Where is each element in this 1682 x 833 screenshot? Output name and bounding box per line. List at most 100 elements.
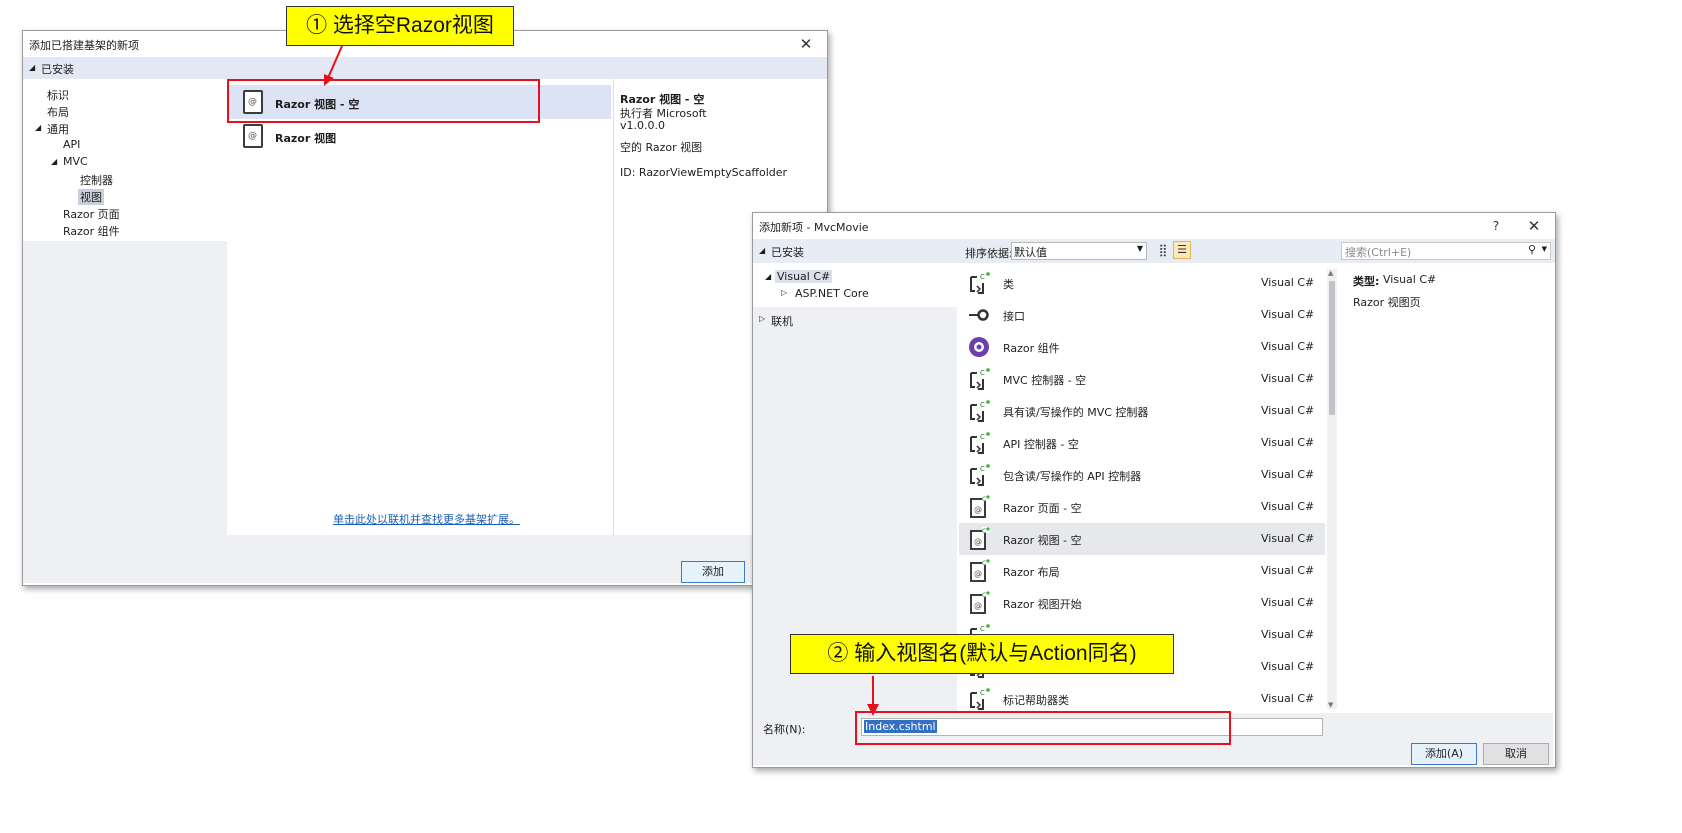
csharp-class-icon: C xyxy=(967,431,991,455)
template-language: Visual C# xyxy=(1261,692,1315,705)
razor-file-icon: @ C xyxy=(967,591,991,615)
tree-item-layout[interactable]: 布局 xyxy=(47,104,69,120)
template-row[interactable]: Razor 组件 Visual C# xyxy=(959,331,1325,363)
tree-item-view[interactable]: 视图 xyxy=(78,189,104,205)
template-language: Visual C# xyxy=(1261,436,1315,449)
addnew-title: 添加新项 - MvcMovie xyxy=(759,221,869,234)
tree-item-api[interactable]: API xyxy=(63,138,80,151)
tree-item-controller[interactable]: 控制器 xyxy=(80,172,113,188)
tree-item-razor-pages[interactable]: Razor 页面 xyxy=(63,206,120,222)
callout-step2: ② 输入视图名(默认与Action同名) xyxy=(790,634,1174,674)
template-language: Visual C# xyxy=(1261,660,1315,673)
template-row[interactable]: 接口 Visual C# xyxy=(959,299,1325,331)
scaffold-left-footer-area xyxy=(23,241,227,535)
collapsed-triangle-icon[interactable]: ▷ xyxy=(781,288,787,297)
svg-text:C: C xyxy=(980,273,985,281)
csharp-class-icon: C xyxy=(967,399,991,423)
template-row[interactable]: @ C Razor 布局 Visual C# xyxy=(959,555,1325,587)
template-row[interactable]: C 具有读/写操作的 MVC 控制器 Visual C# xyxy=(959,395,1325,427)
razor-file-icon: @ C xyxy=(967,559,991,583)
collapsed-triangle-icon[interactable]: ▷ xyxy=(759,314,765,323)
scroll-down-icon[interactable]: ▼ xyxy=(1328,701,1333,709)
template-row[interactable]: @ C Razor 页面 - 空 Visual C# xyxy=(959,491,1325,523)
template-row[interactable]: C API 控制器 - 空 Visual C# xyxy=(959,427,1325,459)
search-input[interactable]: 搜索(Ctrl+E) xyxy=(1345,244,1411,260)
template-language: Visual C# xyxy=(1261,276,1315,289)
template-name: 标记帮助器类 xyxy=(1003,694,1069,707)
csharp-class-icon: C xyxy=(967,463,991,487)
close-icon[interactable]: ✕ xyxy=(789,31,823,57)
expanded-triangle-icon[interactable]: ◢ xyxy=(51,157,57,166)
template-row[interactable]: C MVC 控制器 - 空 Visual C# xyxy=(959,363,1325,395)
tree-item-mvc[interactable]: MVC xyxy=(63,155,88,168)
search-box[interactable]: 搜索(Ctrl+E) ⚲ ▼ xyxy=(1341,242,1551,260)
tree-item-razor-components[interactable]: Razor 组件 xyxy=(63,223,120,239)
tree-item-online[interactable]: 联机 xyxy=(771,313,793,329)
svg-text:C: C xyxy=(980,465,985,473)
template-row[interactable]: C 包含读/写操作的 API 控制器 Visual C# xyxy=(959,459,1325,491)
razor-file-icon xyxy=(243,124,263,148)
grid-view-icon[interactable]: ⣿ xyxy=(1155,242,1171,258)
template-name: 包含读/写操作的 API 控制器 xyxy=(1003,470,1142,483)
cancel-button[interactable]: 取消 xyxy=(1483,743,1549,765)
template-scrollbar[interactable]: ▲ ▼ xyxy=(1327,269,1337,709)
blazor-icon xyxy=(967,335,991,359)
detail-description: 空的 Razor 视图 xyxy=(620,141,703,154)
scaffold-installed-bar[interactable]: ◢ 已安装 xyxy=(23,57,827,79)
template-row[interactable]: @ C Razor 视图开始 Visual C# xyxy=(959,587,1325,619)
template-name: 类 xyxy=(1003,278,1014,291)
template-name: 具有读/写操作的 MVC 控制器 xyxy=(1003,406,1149,419)
detail-id: ID: RazorViewEmptyScaffolder xyxy=(620,166,788,179)
scaffold-template-list: Razor 视图 - 空 Razor 视图 单击此处以联机并查找更多基架扩展。 xyxy=(229,79,611,535)
svg-text:C: C xyxy=(982,528,986,535)
type-value: Visual C# xyxy=(1383,273,1437,286)
online-extensions-link[interactable]: 单击此处以联机并查找更多基架扩展。 xyxy=(333,511,520,527)
close-icon[interactable]: ✕ xyxy=(1517,213,1551,239)
chevron-down-icon: ▼ xyxy=(1136,244,1143,253)
tree-item-visual-csharp[interactable]: Visual C# xyxy=(775,270,833,283)
scaffold-title: 添加已搭建基架的新项 xyxy=(29,39,139,52)
template-language: Visual C# xyxy=(1261,532,1315,545)
template-name: Razor 组件 xyxy=(1003,342,1060,355)
expanded-triangle-icon[interactable]: ◢ xyxy=(765,272,771,281)
template-language: Visual C# xyxy=(1261,372,1315,385)
template-language: Visual C# xyxy=(1261,500,1315,513)
callout-step1: ① 选择空Razor视图 xyxy=(286,6,514,46)
template-row-razor-view[interactable]: Razor 视图 xyxy=(229,119,611,153)
add-button[interactable]: 添加(A) xyxy=(1411,743,1477,765)
template-row[interactable]: C 类 Visual C# xyxy=(959,267,1325,299)
svg-text:C: C xyxy=(982,592,986,599)
installed-label: 已安装 xyxy=(41,63,74,76)
template-label: Razor 视图 xyxy=(275,132,337,145)
chevron-down-icon[interactable]: ▼ xyxy=(1542,245,1547,253)
scrollbar-thumb[interactable] xyxy=(1329,281,1335,415)
help-icon[interactable]: ? xyxy=(1479,213,1513,239)
search-icon[interactable]: ⚲ xyxy=(1528,243,1536,256)
svg-text:@: @ xyxy=(974,601,982,610)
csharp-class-icon: C xyxy=(967,367,991,391)
tree-item-common[interactable]: 通用 xyxy=(47,121,69,137)
csharp-class-icon: C xyxy=(967,271,991,295)
template-name: Razor 视图 - 空 xyxy=(1003,534,1082,547)
detail-description: Razor 视图页 xyxy=(1353,296,1421,309)
template-row[interactable]: C 标记帮助器类 Visual C# xyxy=(959,683,1325,713)
installed-label[interactable]: 已安装 xyxy=(771,244,804,260)
name-label: 名称(N): xyxy=(763,723,806,736)
scroll-up-icon[interactable]: ▲ xyxy=(1328,269,1333,277)
addnew-header-bar: ◢ 已安装 排序依据: 默认值 ▼ ⣿ ☰ 搜索(Ctrl+E) ⚲ ▼ xyxy=(753,239,1555,263)
template-language: Visual C# xyxy=(1261,596,1315,609)
svg-text:C: C xyxy=(980,369,985,377)
svg-text:@: @ xyxy=(974,537,982,546)
highlight-name-field xyxy=(855,711,1231,745)
template-language: Visual C# xyxy=(1261,404,1315,417)
add-button[interactable]: 添加 xyxy=(681,561,745,583)
sort-dropdown[interactable]: 默认值 ▼ xyxy=(1011,242,1147,260)
template-row[interactable]: @ C Razor 视图 - 空 Visual C# xyxy=(959,523,1325,555)
svg-text:C: C xyxy=(982,560,986,567)
expanded-triangle-icon[interactable]: ◢ xyxy=(35,123,41,132)
expanded-triangle-icon[interactable]: ◢ xyxy=(759,246,765,255)
addnew-detail: 类型: Visual C# Razor 视图页 xyxy=(1341,263,1553,713)
tree-item-identity[interactable]: 标识 xyxy=(47,87,69,103)
tree-item-aspnet-core[interactable]: ASP.NET Core xyxy=(795,287,869,300)
list-view-icon[interactable]: ☰ xyxy=(1173,241,1191,259)
